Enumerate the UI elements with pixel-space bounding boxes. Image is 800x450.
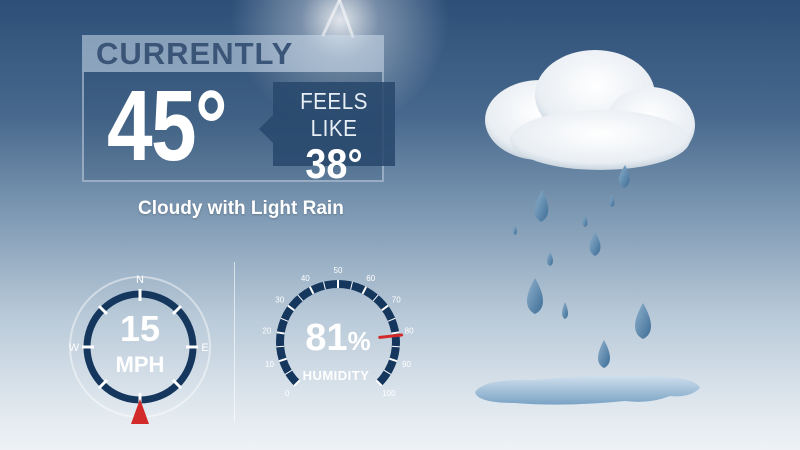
raindrops	[513, 165, 651, 368]
humidity-label: HUMIDITY	[302, 368, 370, 383]
humidity-scale-label: 90	[402, 360, 411, 369]
condition-text: Cloudy with Light Rain	[138, 198, 344, 219]
cloud	[485, 50, 695, 170]
feels-like-pointer	[259, 115, 273, 143]
wind-speed-value: 15	[119, 308, 161, 349]
humidity-scale-label: 80	[405, 327, 414, 336]
humidity-tick	[276, 345, 285, 348]
feels-like-label: FEELS LIKE	[300, 88, 368, 141]
humidity-scale-label: 70	[392, 296, 401, 305]
wind-speed-unit: MPH	[115, 352, 165, 377]
humidity-scale-label: 60	[366, 274, 375, 283]
humidity-scale-label: 20	[262, 327, 271, 336]
compass-east: E	[201, 342, 208, 354]
cloud-rain-illustration	[475, 50, 700, 405]
humidity-scale-label: 30	[275, 296, 284, 305]
humidity-value: 81%	[298, 318, 378, 361]
temperature-value: 45°	[107, 70, 228, 182]
feels-like-value: 38°	[305, 140, 363, 187]
humidity-tick	[276, 331, 285, 335]
feels-like-box: FEELS LIKE 38°	[273, 82, 395, 186]
humidity-scale-label: 40	[301, 274, 310, 283]
humidity-tick	[391, 331, 400, 335]
humidity-scale-label: 10	[265, 360, 274, 369]
puddle	[475, 375, 700, 405]
currently-title: CURRENTLY	[82, 35, 384, 72]
humidity-scale-label: 100	[382, 389, 396, 398]
humidity-scale-label: 50	[334, 266, 343, 275]
humidity-number: 81	[305, 317, 348, 359]
humidity-scale-label: 0	[285, 389, 290, 398]
humidity-tick	[391, 345, 400, 348]
gauge-divider	[234, 262, 235, 422]
weather-screen: CURRENTLY 45° FEELS LIKE 38° Cloudy with…	[0, 0, 800, 450]
compass-north: N	[136, 274, 144, 286]
humidity-unit: %	[347, 326, 371, 356]
compass-west: W	[69, 342, 80, 354]
